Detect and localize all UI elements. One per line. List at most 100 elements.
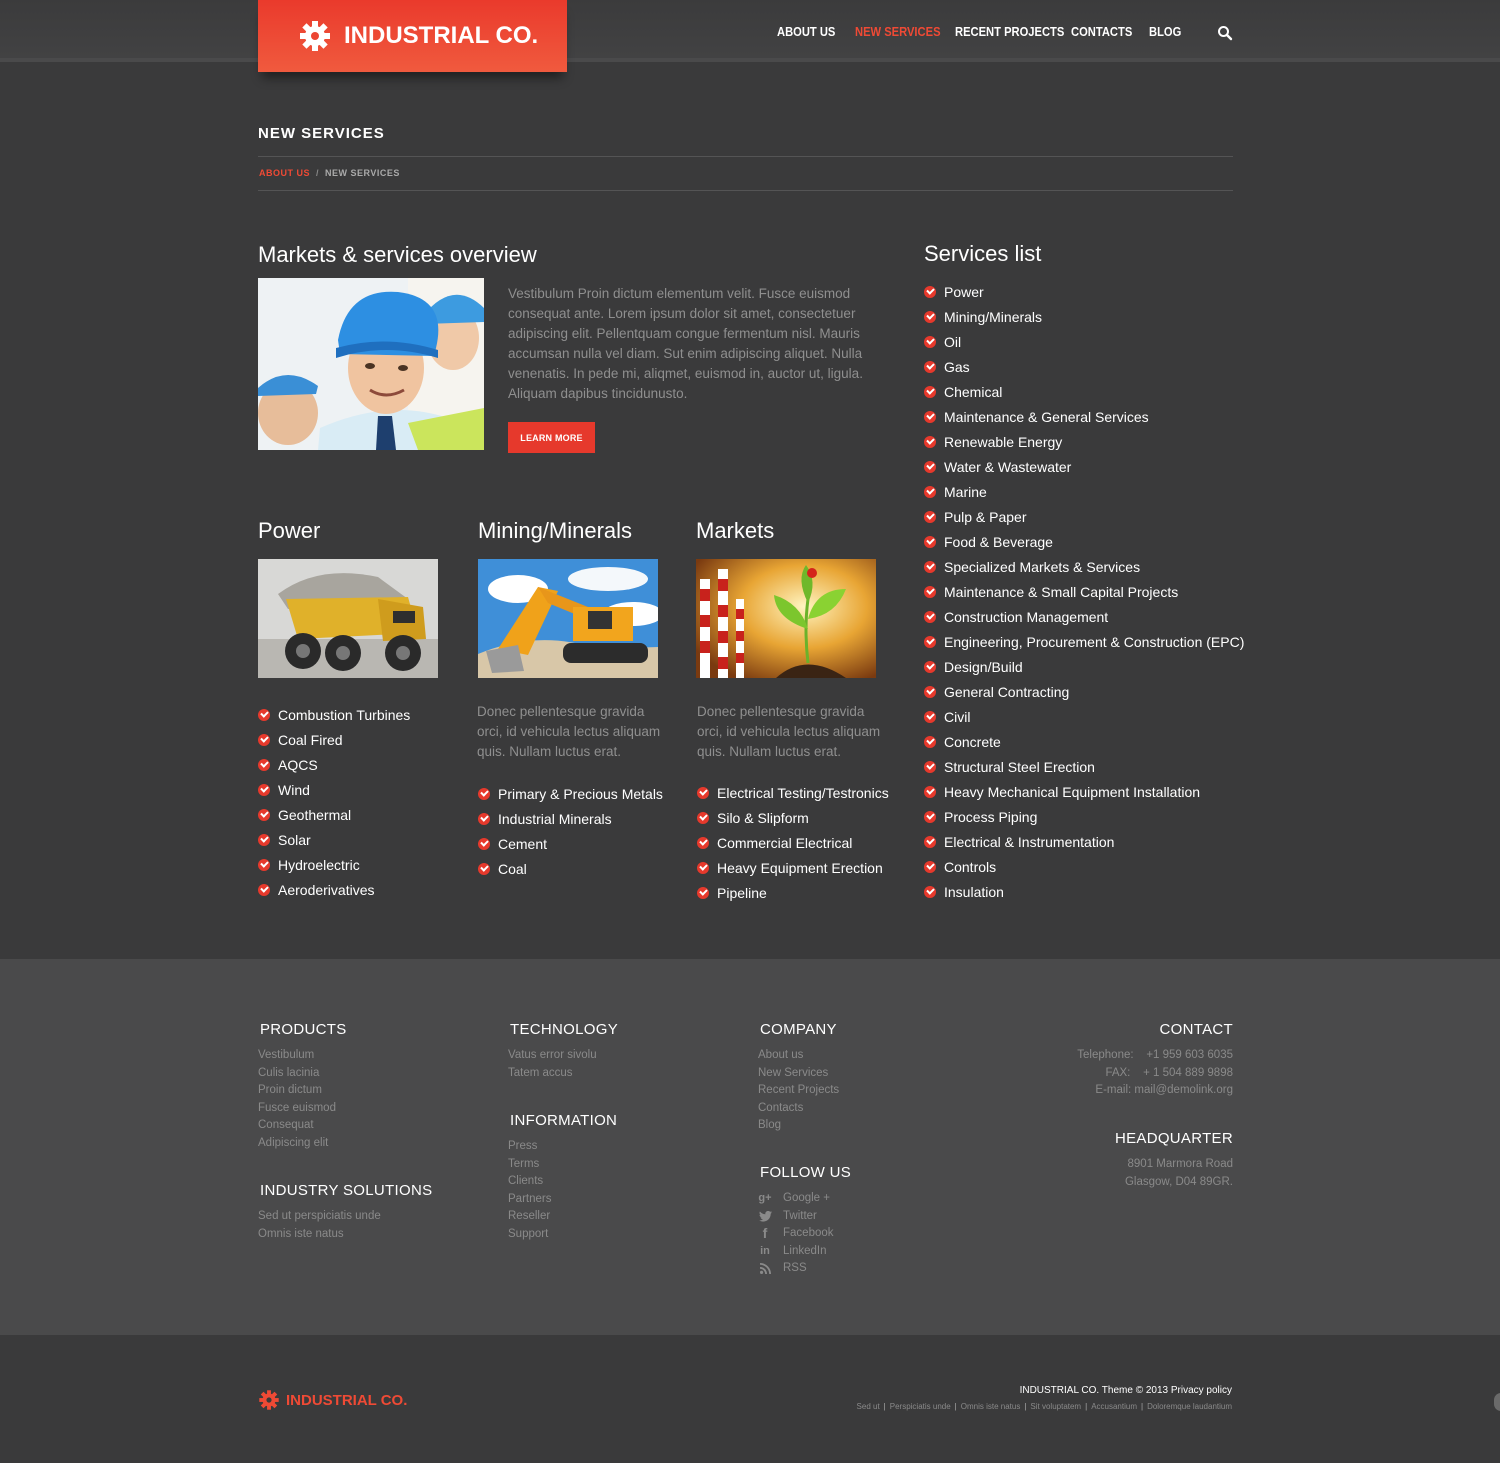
bottom-link[interactable]: Sit voluptatem: [1030, 1402, 1081, 1411]
list-item: Civil: [924, 704, 1244, 729]
check-circle-icon: [924, 310, 936, 323]
facebook-icon: f: [762, 1225, 768, 1241]
site-header: [0, 0, 1500, 62]
list-item: Primary & Precious Metals: [478, 781, 663, 806]
list-item-label: Renewable Energy: [944, 433, 1063, 450]
footer-technology-heading: TECHNOLOGY: [510, 1021, 619, 1038]
chimney-sprout-image: [696, 559, 876, 678]
twitter-icon: [758, 1209, 772, 1223]
footer-link[interactable]: Contacts: [758, 1100, 839, 1118]
list-item: Process Piping: [924, 804, 1244, 829]
footer-link[interactable]: Adipiscing elit: [258, 1135, 336, 1153]
footer-link[interactable]: Vatus error sivolu: [508, 1047, 597, 1065]
footer-link[interactable]: Fusce euismod: [258, 1100, 336, 1118]
footer-link[interactable]: Clients: [508, 1173, 551, 1191]
bottom-link[interactable]: Doloremque laudantium: [1147, 1402, 1232, 1411]
bottom-link[interactable]: Perspiciatis unde: [890, 1402, 951, 1411]
follow-label: Twitter: [783, 1209, 817, 1222]
linkedin-icon: in: [760, 1244, 770, 1257]
footer-link[interactable]: About us: [758, 1047, 839, 1065]
footer-link[interactable]: Terms: [508, 1156, 551, 1174]
footer-link[interactable]: Culis lacinia: [258, 1065, 336, 1083]
link-separator: |: [1085, 1402, 1088, 1411]
footer-contact-heading: CONTACT: [1159, 1021, 1233, 1038]
footer-contact-list: Telephone: +1 959 603 6035 FAX: + 1 504 …: [1077, 1047, 1233, 1100]
footer-logo-text: INDUSTRIAL CO.: [286, 1391, 408, 1409]
check-circle-icon: [924, 810, 936, 823]
nav-recent-projects[interactable]: RECENT PROJECTS: [955, 24, 1064, 39]
list-item: Oil: [924, 329, 1244, 354]
scroll-to-top-handle[interactable]: [1494, 1393, 1500, 1411]
list-item: Industrial Minerals: [478, 806, 663, 831]
breadcrumb-link-about-us[interactable]: ABOUT US: [259, 168, 310, 178]
follow-facebook[interactable]: f Facebook: [758, 1225, 834, 1243]
footer-link[interactable]: Blog: [758, 1117, 839, 1135]
follow-google-plus[interactable]: g+ Google +: [758, 1190, 834, 1208]
list-item-label: Marine: [944, 483, 987, 500]
nav-blog[interactable]: BLOG: [1149, 24, 1181, 39]
footer-headquarter-heading: HEADQUARTER: [1114, 1130, 1233, 1147]
check-circle-icon: [697, 811, 709, 824]
check-circle-icon: [258, 758, 270, 771]
footer-link[interactable]: Vestibulum: [258, 1047, 336, 1065]
site-logo[interactable]: INDUSTRIAL CO.: [258, 0, 567, 72]
follow-rss[interactable]: RSS: [758, 1260, 834, 1278]
bottom-link[interactable]: Accusantium: [1091, 1402, 1137, 1411]
markets-heading: Markets: [696, 518, 775, 543]
list-item-label: Combustion Turbines: [278, 706, 411, 723]
check-circle-icon: [924, 510, 936, 523]
follow-twitter[interactable]: Twitter: [758, 1208, 834, 1226]
list-item: General Contracting: [924, 679, 1244, 704]
list-item: Coal: [478, 856, 663, 881]
check-circle-icon: [697, 861, 709, 874]
follow-linkedin[interactable]: in LinkedIn: [758, 1243, 834, 1261]
gear-icon: [300, 21, 330, 51]
list-item: Solar: [258, 827, 410, 852]
contact-email[interactable]: E-mail: mail@demolink.org: [1077, 1082, 1233, 1100]
list-item-label: Process Piping: [944, 808, 1038, 825]
nav-about-us[interactable]: ABOUT US: [777, 24, 835, 39]
footer-link[interactable]: Press: [508, 1138, 551, 1156]
footer-products-list: Vestibulum Culis lacinia Proin dictum Fusce…: [258, 1047, 336, 1152]
list-item-label: Construction Management: [944, 608, 1109, 625]
list-item-label: Heavy Mechanical Equipment Installation: [944, 783, 1201, 800]
check-circle-icon: [924, 860, 936, 873]
footer-link[interactable]: New Services: [758, 1065, 839, 1083]
search-icon[interactable]: [1217, 25, 1233, 41]
list-item: Aeroderivatives: [258, 877, 410, 902]
footer-industry-heading: INDUSTRY SOLUTIONS: [260, 1182, 433, 1199]
check-circle-icon: [478, 862, 490, 875]
check-circle-icon: [924, 735, 936, 748]
nav-contacts[interactable]: CONTACTS: [1071, 24, 1132, 39]
breadcrumb-separator: /: [316, 168, 320, 178]
overview-heading: Markets & services overview: [258, 242, 537, 267]
bottom-link[interactable]: Omnis iste natus: [961, 1402, 1021, 1411]
list-item-label: Specialized Markets & Services: [944, 558, 1141, 575]
check-circle-icon: [258, 733, 270, 746]
markets-description: Donec pellentesque gravida orci, id vehi…: [697, 704, 881, 759]
site-footer: [0, 959, 1500, 1335]
list-item-label: Aeroderivatives: [278, 881, 375, 898]
bottom-link[interactable]: Sed ut: [857, 1402, 880, 1411]
list-item: Engineering, Procurement & Construction …: [924, 629, 1244, 654]
footer-link[interactable]: Partners: [508, 1191, 551, 1209]
footer-link[interactable]: Tatem accus: [508, 1065, 597, 1083]
footer-link[interactable]: Consequat: [258, 1117, 336, 1135]
footer-link[interactable]: Support: [508, 1226, 551, 1244]
footer-link[interactable]: Recent Projects: [758, 1082, 839, 1100]
list-item-label: Chemical: [944, 383, 1003, 400]
bottom-links: Sed ut | Perspiciatis unde | Omnis iste natu…: [857, 1402, 1232, 1411]
footer-link[interactable]: Reseller: [508, 1208, 551, 1226]
follow-label: LinkedIn: [783, 1244, 827, 1257]
logo-text: INDUSTRIAL CO.: [344, 22, 539, 49]
footer-link[interactable]: Sed ut perspiciatis unde: [258, 1208, 381, 1226]
list-item-label: Pulp & Paper: [944, 508, 1027, 525]
learn-more-button[interactable]: LEARN MORE: [508, 422, 595, 453]
footer-link[interactable]: Omnis iste natus: [258, 1226, 381, 1244]
google-plus-icon: g+: [758, 1192, 772, 1204]
footer-link[interactable]: Proin dictum: [258, 1082, 336, 1100]
nav-new-services[interactable]: NEW SERVICES: [855, 24, 941, 39]
follow-label: RSS: [783, 1262, 807, 1274]
list-item: Water & Wastewater: [924, 454, 1244, 479]
footer-logo[interactable]: INDUSTRIAL CO.: [258, 1389, 407, 1411]
